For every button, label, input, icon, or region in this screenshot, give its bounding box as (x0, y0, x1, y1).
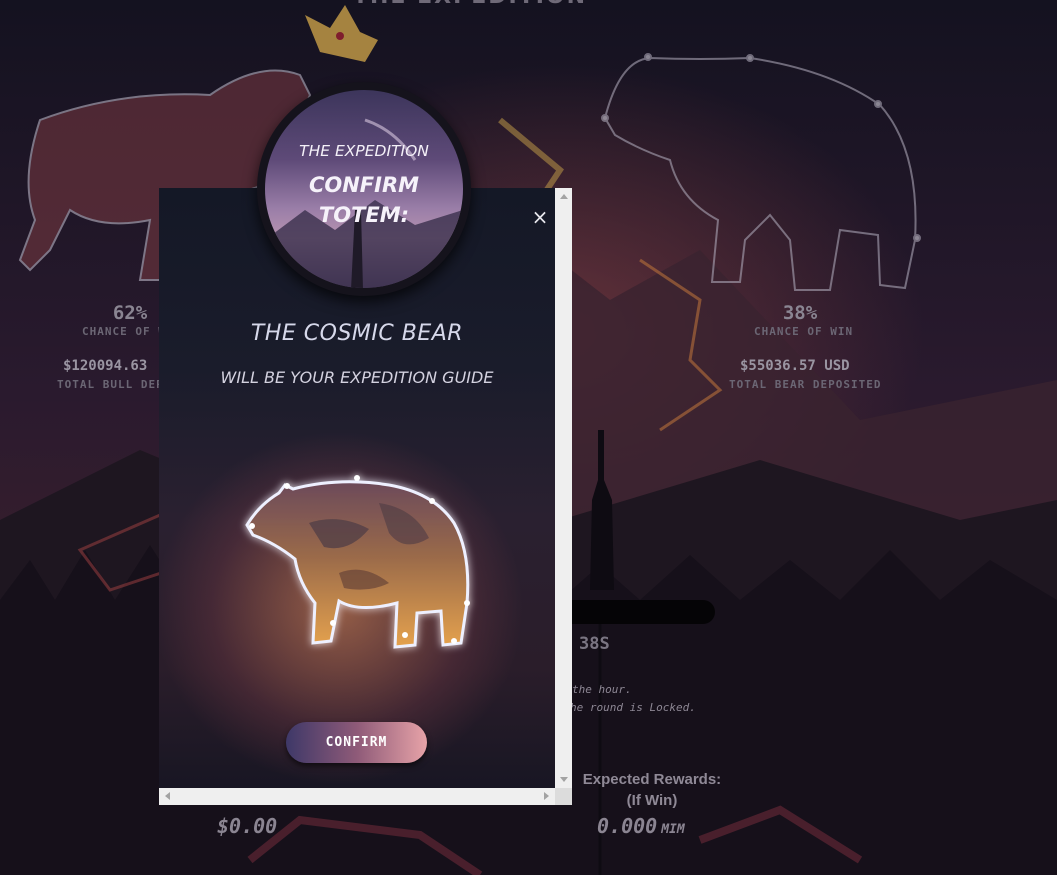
left-amount: $0.00 (217, 814, 278, 838)
round-note-line-1: the hour. (572, 683, 632, 696)
crown-icon (305, 5, 378, 62)
round-timer: 38S (579, 634, 610, 654)
right-amount: 0.000 MIM (597, 814, 685, 838)
bear-constellation-icon (601, 53, 921, 291)
scroll-right-arrow-icon[interactable] (544, 792, 549, 800)
right-amount-unit: MIM (661, 822, 685, 837)
medallion-title: THE EXPEDITION (299, 142, 429, 160)
expected-rewards-label-line-1: Expected Rewards: (582, 771, 722, 788)
right-amount-value: 0.000 (597, 814, 658, 838)
scroll-up-arrow-icon[interactable] (560, 194, 568, 199)
medallion-heading: CONFIRM TOTEM: (257, 170, 471, 230)
scrollbar-corner (555, 788, 572, 805)
medallion-line-1: CONFIRM (308, 173, 420, 197)
expected-rewards-label: Expected Rewards: (If Win) (572, 769, 732, 811)
bull-chance-percent: 62% (112, 302, 148, 324)
vertical-scrollbar[interactable] (555, 188, 572, 788)
bull-deposited-amount: $120094.63 (63, 358, 148, 374)
bear-chance-percent: 38% (782, 302, 818, 324)
totem-subheading: WILL BE YOUR EXPEDITION GUIDE (220, 368, 494, 387)
medallion-line-2: TOTEM: (318, 203, 410, 227)
cosmic-bear-image (229, 463, 489, 663)
bear-chance-label: CHANCE OF WIN (754, 325, 854, 338)
horizontal-scrollbar[interactable] (159, 788, 555, 805)
round-note-line-2: he round is Locked. (570, 701, 696, 714)
page-title: THE EXPEDITION (330, 0, 610, 9)
totem-name-heading: THE COSMIC BEAR (250, 321, 464, 346)
scroll-left-arrow-icon[interactable] (165, 792, 170, 800)
expected-rewards-label-line-2: (If Win) (626, 792, 678, 809)
close-icon[interactable]: × (529, 206, 551, 228)
bull-chance-label: CHANCE OF W (82, 325, 166, 338)
scroll-down-arrow-icon[interactable] (560, 777, 568, 782)
bear-deposited-amount: $55036.57 USD (740, 358, 850, 374)
totem-medallion: THE EXPEDITION CONFIRM TOTEM: (257, 82, 471, 296)
confirm-button[interactable]: CONFIRM (286, 722, 427, 763)
bear-deposited-label: TOTAL BEAR DEPOSITED (729, 378, 882, 391)
